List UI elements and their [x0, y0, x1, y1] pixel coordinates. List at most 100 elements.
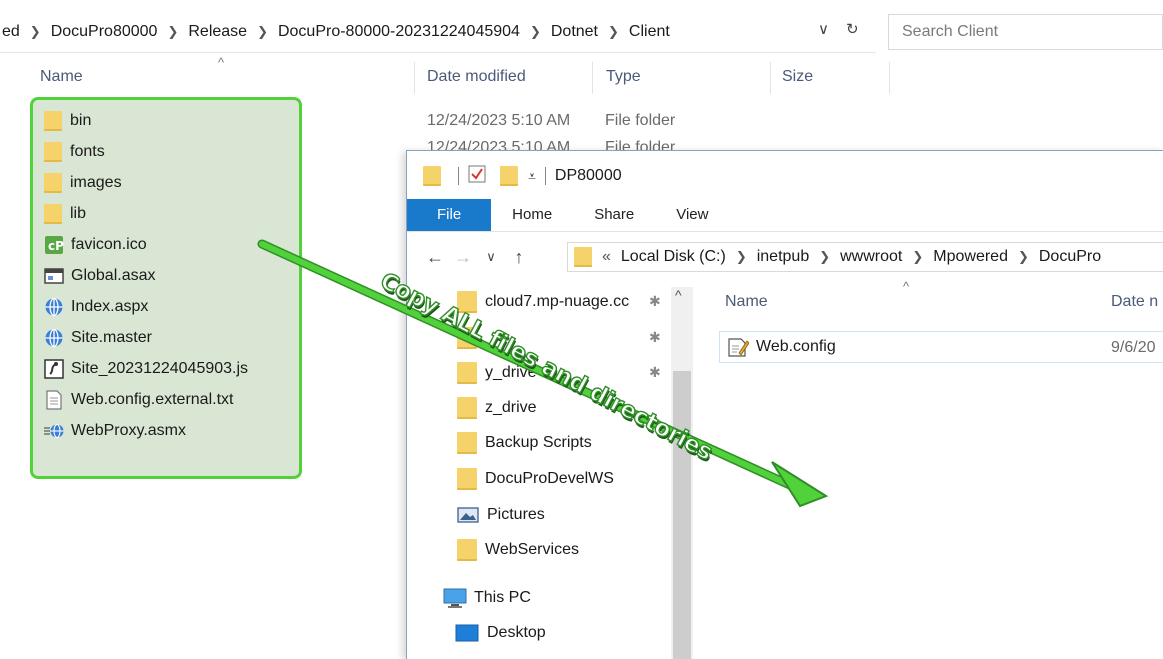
breadcrumb-segment[interactable]: Local Disk (C:) [619, 248, 728, 266]
asax-file-icon [44, 266, 64, 286]
pin-icon[interactable]: ✱ [649, 293, 661, 310]
breadcrumb-segment[interactable]: ed [0, 23, 22, 41]
breadcrumb-segment[interactable]: DocuPro80000 [49, 23, 160, 41]
breadcrumb-segment[interactable]: Release [186, 23, 249, 41]
tab-home[interactable]: Home [491, 199, 573, 231]
folder-icon [457, 432, 477, 454]
globe-icon [44, 328, 64, 348]
list-item[interactable]: WebProxy.asmx [44, 418, 186, 444]
folder-icon [457, 468, 477, 490]
pin-icon[interactable]: ✱ [649, 364, 661, 381]
list-item[interactable]: Global.asax [44, 263, 156, 289]
list-item-date: 12/24/2023 5:10 AM [427, 112, 571, 129]
nav-item-docuprodevelws[interactable]: DocuProDevelWS [457, 464, 614, 494]
nav-item-this-pc[interactable]: This PC [443, 583, 531, 613]
column-header-type[interactable]: Type [606, 68, 641, 86]
list-item[interactable]: Index.aspx [44, 294, 148, 320]
window-title: DP80000 [554, 167, 622, 184]
folder-icon [457, 397, 477, 419]
back-address-bar[interactable]: ed ❯ DocuPro80000 ❯ Release ❯ DocuPro-80… [0, 12, 876, 53]
breadcrumb-segment[interactable]: DocuPro-80000-20231224045904 [276, 23, 522, 41]
nav-item-desktop[interactable]: Desktop [455, 618, 546, 648]
breadcrumb-chevron-icon[interactable]: ❯ [159, 24, 186, 40]
breadcrumb-chevron-icon[interactable]: ❯ [249, 24, 276, 40]
address-history-chevron-down-icon[interactable]: ∨ [818, 20, 829, 38]
ribbon-tabs: File Home Share View [407, 199, 1163, 232]
breadcrumb-chevron-icon[interactable]: ❯ [811, 249, 838, 265]
column-divider[interactable] [414, 62, 415, 94]
column-header-name[interactable]: Name [40, 68, 83, 86]
nav-item-z-drive[interactable]: z_drive [457, 393, 537, 423]
navigation-row: ← → ∨ ↑ « Local Disk (C:) ❯ inetpub ❯ ww… [407, 239, 1163, 275]
list-item-name: WebProxy.asmx [71, 422, 186, 439]
breadcrumb-chevron-icon[interactable]: ❯ [1010, 249, 1037, 265]
scroll-up-icon[interactable]: ^ [675, 287, 682, 303]
list-item[interactable]: images [44, 170, 122, 196]
list-item[interactable]: cP favicon.ico [44, 232, 147, 258]
customize-toolbar-dropdown-icon[interactable]: ⩡ [528, 168, 536, 185]
nav-item-cloud7[interactable]: cloud7.mp-nuage.cc [457, 287, 629, 317]
list-item[interactable]: fonts [44, 139, 105, 165]
nav-item-label: Pictures [487, 506, 545, 523]
desktop-icon [455, 623, 479, 643]
folder-icon [44, 204, 62, 224]
folder-icon [44, 173, 62, 193]
tab-file[interactable]: File [407, 199, 492, 231]
quick-access-toolbar: ⩡ DP80000 [423, 163, 622, 189]
column-header-date-modified[interactable]: Date modified [427, 68, 526, 86]
breadcrumb-chevron-icon[interactable]: ❯ [22, 24, 49, 40]
nav-item-pictures[interactable]: Pictures [457, 500, 545, 530]
globe-icon [44, 297, 64, 317]
svg-text:cP: cP [48, 239, 64, 253]
nav-item-label: z_drive [485, 399, 537, 416]
front-address-bar[interactable]: « Local Disk (C:) ❯ inetpub ❯ wwwroot ❯ … [567, 242, 1163, 272]
file-date: 9/6/20 [1111, 339, 1156, 356]
properties-checkbox-icon[interactable] [468, 165, 486, 188]
list-item-type: File folder [605, 112, 676, 129]
breadcrumb-segment[interactable]: Mpowered [931, 248, 1010, 266]
up-arrow-icon[interactable]: ↑ [505, 247, 533, 268]
breadcrumb-chevron-icon[interactable]: ❯ [522, 24, 549, 40]
list-item[interactable]: lib [44, 201, 86, 227]
recent-locations-chevron-down-icon[interactable]: ∨ [477, 249, 505, 265]
column-divider[interactable] [889, 62, 890, 94]
search-input[interactable]: Search Client [888, 14, 1163, 50]
tab-share[interactable]: Share [573, 199, 655, 231]
breadcrumb-overflow[interactable]: « [600, 248, 613, 266]
front-explorer-window: ⩡ DP80000 File Home Share View ← → ∨ ↑ «… [406, 150, 1163, 659]
list-item[interactable]: Site.master [44, 325, 152, 351]
column-header-date-modified[interactable]: Date n [1111, 293, 1158, 311]
list-item[interactable]: Web.config.external.txt [44, 387, 233, 413]
text-file-icon [44, 390, 64, 410]
refresh-icon[interactable]: ↻ [846, 20, 859, 38]
nav-item-backup-scripts[interactable]: Backup Scripts [457, 428, 592, 458]
breadcrumb-segment[interactable]: Dotnet [549, 23, 600, 41]
pin-icon[interactable]: ✱ [649, 329, 661, 346]
back-arrow-icon[interactable]: ← [421, 247, 449, 268]
list-item[interactable]: Site_20231224045903.js [44, 356, 248, 382]
new-folder-icon[interactable] [500, 166, 518, 186]
breadcrumb-chevron-icon[interactable]: ❯ [904, 249, 931, 265]
column-header-name[interactable]: Name [725, 293, 768, 311]
breadcrumb-chevron-icon[interactable]: ❯ [728, 249, 755, 265]
column-divider[interactable] [770, 62, 771, 94]
list-item[interactable]: bin [44, 108, 91, 134]
breadcrumb-segment[interactable]: wwwroot [838, 248, 904, 266]
column-header-size[interactable]: Size [782, 68, 813, 86]
folder-icon [574, 247, 592, 267]
breadcrumb-chevron-icon[interactable]: ❯ [600, 24, 627, 40]
sort-ascending-icon: ^ [903, 279, 910, 294]
forward-arrow-icon[interactable]: → [449, 247, 477, 268]
nav-item-label: WebServices [485, 541, 579, 558]
nav-item-webservices[interactable]: WebServices [457, 535, 579, 565]
breadcrumb-segment[interactable]: inetpub [755, 248, 812, 266]
list-item-name: fonts [70, 143, 105, 160]
tab-view[interactable]: View [655, 199, 729, 231]
config-file-icon [727, 336, 750, 358]
column-divider[interactable] [592, 62, 593, 94]
breadcrumb-segment[interactable]: DocuPro [1037, 248, 1103, 266]
file-row[interactable]: Web.config [727, 334, 836, 360]
breadcrumb-segment[interactable]: Client [627, 23, 672, 41]
nav-pane-scroll-thumb[interactable] [673, 371, 691, 659]
folder-icon [457, 362, 477, 384]
